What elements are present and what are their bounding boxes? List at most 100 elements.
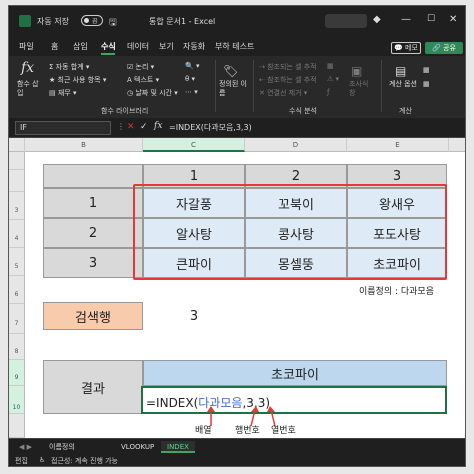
recent-functions-button[interactable]: ★ 최근 사용 항목 ▾ xyxy=(49,75,106,85)
accessibility-icon[interactable]: ♿ xyxy=(39,456,45,464)
name-definition-note: 이름정의 : 다과모음 xyxy=(359,287,434,297)
sheet-tab-active[interactable]: INDEX xyxy=(161,441,195,453)
show-formulas-icon[interactable]: ▦ xyxy=(327,62,334,70)
defined-names-label[interactable]: 정의된 이름 xyxy=(219,80,247,98)
accessibility-status[interactable]: 접근성: 계속 진행 가능 xyxy=(51,456,118,466)
active-tab-indicator xyxy=(101,53,115,55)
name-box[interactable]: IF xyxy=(15,121,111,135)
row-header[interactable] xyxy=(9,170,25,192)
tab-data[interactable]: 데이터 xyxy=(127,41,149,52)
table-row-header[interactable]: 2 xyxy=(43,218,143,248)
annotation-col-num: 열번호 xyxy=(271,426,296,436)
column-header[interactable] xyxy=(449,138,465,152)
enter-icon[interactable]: ✓ xyxy=(140,122,148,132)
cell-edit-box[interactable]: =INDEX(다과모음,3,3) xyxy=(141,386,447,414)
autosum-button[interactable]: Σ 자동 합계 ▾ xyxy=(49,62,89,72)
status-bar: 편집 ♿ 접근성: 계속 진행 가능 xyxy=(9,454,465,466)
row-header[interactable]: 4 xyxy=(9,220,25,248)
row-header[interactable]: 9 xyxy=(9,360,25,386)
status-mode: 편집 xyxy=(15,457,28,465)
tab-formulas[interactable]: 수식 xyxy=(101,41,116,52)
column-header[interactable]: E xyxy=(347,138,449,152)
tab-load-test[interactable]: 부하 테스트 xyxy=(215,41,254,52)
named-range-highlight xyxy=(133,184,447,280)
corner-cell[interactable] xyxy=(43,164,143,188)
row-header[interactable] xyxy=(9,414,25,438)
calc-now-icon[interactable]: ▦ xyxy=(423,66,430,74)
insert-function-label[interactable]: 함수 삽입 xyxy=(17,80,41,98)
sheet-tab[interactable]: 이름정의 xyxy=(43,441,81,453)
row-header[interactable]: 7 xyxy=(9,304,25,334)
select-all[interactable] xyxy=(9,138,25,152)
name-manager-icon[interactable]: 🏷 xyxy=(223,64,238,78)
document-title: 통합 문서1 - Excel xyxy=(149,17,216,26)
tab-file[interactable]: 파일 xyxy=(19,41,34,52)
ribbon: fx 함수 삽입 Σ 자동 합계 ▾ ★ 최근 사용 항목 ▾ ▤ 재무 ▾ ☑… xyxy=(9,56,465,118)
row-header[interactable]: 8 xyxy=(9,334,25,360)
column-header[interactable]: D xyxy=(245,138,347,152)
tab-home[interactable]: 홈 xyxy=(51,41,58,52)
cancel-icon[interactable]: ✕ xyxy=(127,122,135,132)
table-row-header[interactable]: 1 xyxy=(43,188,143,218)
calc-sheet-icon[interactable]: ▦ xyxy=(423,80,430,88)
watch-window-label[interactable]: 조사식 창 xyxy=(349,80,375,98)
title-bar: 자동 저장 끔 🖫 통합 문서1 - Excel ◆ — ☐ ✕ xyxy=(9,6,465,36)
group-formula-auditing: 수식 분석 xyxy=(289,107,317,115)
trace-dependents-button[interactable]: ⇠ 참조하는 셀 추적 xyxy=(259,75,317,85)
ribbon-divider xyxy=(253,60,254,112)
memo-button[interactable]: 💬 메모 xyxy=(391,42,421,54)
trace-precedents-button[interactable]: ⇢ 참조되는 셀 추적 xyxy=(259,62,317,72)
calc-options-label[interactable]: 계산 옵션 xyxy=(389,80,417,89)
insert-function-icon[interactable]: fx xyxy=(21,60,34,76)
row-header[interactable]: 3 xyxy=(9,192,25,220)
ribbon-divider xyxy=(215,60,216,112)
search-box[interactable] xyxy=(325,14,367,28)
tab-insert[interactable]: 삽입 xyxy=(73,41,88,52)
formula-bar: IF ⋮ ✕ ✓ fx =INDEX(다과모음,3,3) xyxy=(9,118,465,138)
logical-button[interactable]: ☑ 논리 ▾ xyxy=(127,62,154,72)
datetime-button[interactable]: ◷ 날짜 및 시간 ▾ xyxy=(127,88,178,98)
search-row-value[interactable]: 3 xyxy=(143,302,245,330)
table-row-header[interactable]: 3 xyxy=(43,248,143,278)
calc-options-icon[interactable]: ▤ xyxy=(395,64,406,78)
sheet-tab[interactable]: VLOOKUP xyxy=(115,441,160,453)
column-header[interactable]: B xyxy=(25,138,143,152)
close-icon[interactable]: ✕ xyxy=(449,14,457,25)
group-calculation: 계산 xyxy=(399,107,412,115)
row-header[interactable]: 6 xyxy=(9,276,25,304)
tab-view[interactable]: 보기 xyxy=(159,41,174,52)
ribbon-divider xyxy=(381,60,382,112)
remove-arrows-button[interactable]: ✕ 연결선 제거 ▾ xyxy=(259,88,307,98)
formula-input[interactable]: =INDEX(다과모음,3,3) xyxy=(169,122,252,133)
excel-window: 자동 저장 끔 🖫 통합 문서1 - Excel ◆ — ☐ ✕ 파일 홈 삽입… xyxy=(8,5,466,467)
excel-logo-icon xyxy=(19,15,31,27)
more-functions-icon[interactable]: ⋯ ▾ xyxy=(185,88,198,96)
copilot-icon[interactable]: ◆ xyxy=(373,14,381,25)
row-header[interactable]: 10 xyxy=(9,386,25,414)
lookup-icon[interactable]: 🔍 ▾ xyxy=(185,62,199,70)
error-check-icon[interactable]: ⚠ ▾ xyxy=(327,75,339,83)
group-function-library: 함수 라이브러리 xyxy=(101,107,149,115)
math-icon[interactable]: θ ▾ xyxy=(185,75,195,83)
result-value[interactable]: 초코파이 xyxy=(143,360,447,386)
row-header[interactable] xyxy=(9,152,25,170)
worksheet[interactable]: B C D E 3 4 5 6 7 8 9 10 1 2 3 1 2 3 자갈풍… xyxy=(9,138,465,438)
financial-button[interactable]: ▤ 재무 ▾ xyxy=(49,88,76,98)
result-label[interactable]: 결과 xyxy=(43,360,143,414)
search-row-label[interactable]: 검색행 xyxy=(43,302,143,330)
autosave-label: 자동 저장 xyxy=(37,17,69,26)
column-header[interactable]: C xyxy=(143,138,245,152)
share-button[interactable]: 🔗 공유 xyxy=(425,42,463,54)
more-icon: ⋮ xyxy=(117,122,125,131)
tab-automate[interactable]: 자동화 xyxy=(183,41,205,52)
row-header[interactable]: 5 xyxy=(9,248,25,276)
watch-window-icon[interactable]: ▣ xyxy=(351,64,362,78)
maximize-icon[interactable]: ☐ xyxy=(427,14,435,24)
evaluate-formula-icon[interactable]: ƒ xyxy=(327,88,329,96)
tab-nav-icon[interactable]: ◀ ▶ xyxy=(13,441,38,453)
autosave-state: 끔 xyxy=(92,18,98,25)
minimize-icon[interactable]: — xyxy=(401,14,411,25)
save-icon[interactable]: 🖫 xyxy=(109,15,117,31)
fx-icon[interactable]: fx xyxy=(154,121,162,131)
text-button[interactable]: A 텍스트 ▾ xyxy=(127,75,159,85)
